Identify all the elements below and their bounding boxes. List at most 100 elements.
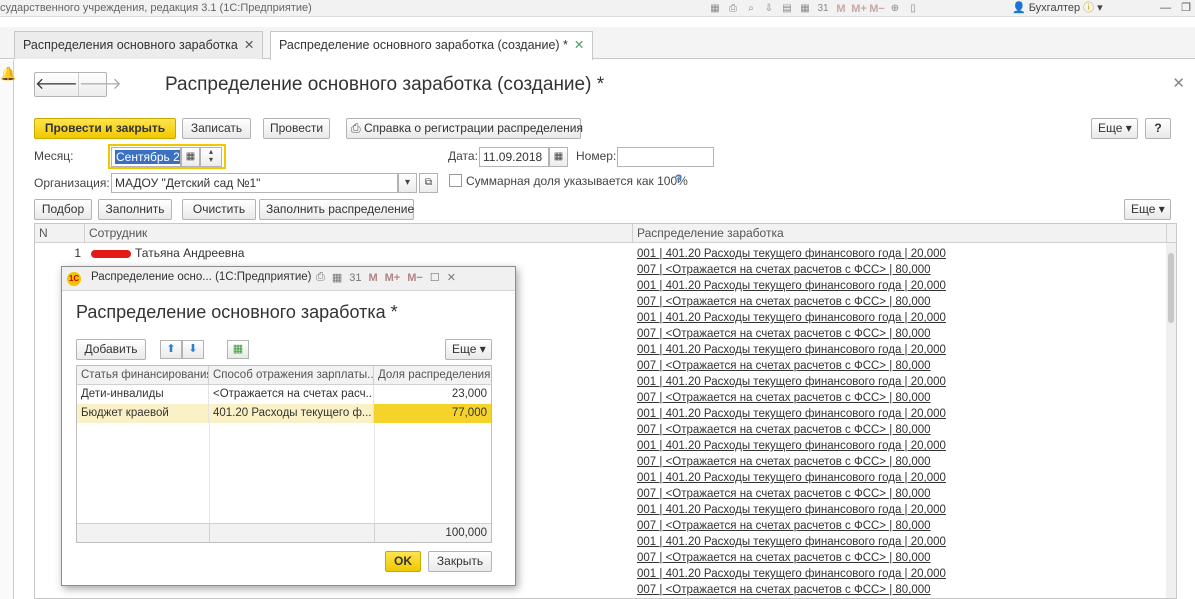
arrow-up-icon[interactable]: ⬆ xyxy=(160,340,182,359)
distribution-link[interactable]: 007 | <Отражается на счетах расчетов с Ф… xyxy=(637,454,931,470)
forward-arrow-icon[interactable]: 🡒 xyxy=(77,73,122,96)
table-more-button[interactable]: Еще ▾ xyxy=(1124,199,1171,220)
distribution-link[interactable]: 001 | 401.20 Расходы текущего финансовог… xyxy=(637,438,946,454)
fill-distribution-button[interactable]: Заполнить распределение xyxy=(259,199,414,220)
column-header-employee[interactable]: Сотрудник xyxy=(85,224,633,243)
save-button[interactable]: Записать xyxy=(182,118,251,139)
distribution-link[interactable]: 007 | <Отражается на счетах расчетов с Ф… xyxy=(637,326,931,342)
close-icon[interactable]: ✕ xyxy=(447,271,456,284)
print-icon[interactable]: ⎙ xyxy=(726,2,740,15)
column-header-article[interactable]: Статья финансирования xyxy=(77,366,209,385)
distribution-link[interactable]: 001 | 401.20 Расходы текущего финансовог… xyxy=(637,342,946,358)
row-share[interactable]: 77,000 xyxy=(374,404,491,423)
memory-m-button[interactable]: M xyxy=(368,272,377,284)
memory-mminus-button[interactable]: M− xyxy=(407,272,423,284)
row-method[interactable]: <Отражается на счетах расч... xyxy=(209,385,374,404)
distribution-link[interactable]: 001 | 401.20 Расходы текущего финансовог… xyxy=(637,310,946,326)
fill-button[interactable]: Заполнить xyxy=(98,199,172,220)
calendar-icon[interactable]: ▦ xyxy=(181,147,200,167)
post-button[interactable]: Провести xyxy=(263,118,330,139)
clear-button[interactable]: Очистить xyxy=(182,199,256,220)
close-icon[interactable]: ✕ xyxy=(244,38,254,52)
row-employee[interactable]: Татьяна Андреевна xyxy=(91,246,244,260)
date-input[interactable]: 11.09.2018 xyxy=(479,147,549,167)
distribution-link[interactable]: 007 | <Отражается на счетах расчетов с Ф… xyxy=(637,550,931,566)
preview-icon[interactable]: ⌕ xyxy=(744,2,758,15)
calendar-icon[interactable]: ▦ xyxy=(549,147,568,167)
arrow-down-icon[interactable]: ⬇ xyxy=(182,340,204,359)
distribution-link[interactable]: 001 | 401.20 Расходы текущего финансовог… xyxy=(637,566,946,582)
distribution-link[interactable]: 001 | 401.20 Расходы текущего финансовог… xyxy=(637,278,946,294)
print-icon[interactable]: ⎙ xyxy=(316,271,325,284)
row-article[interactable]: Бюджет краевой xyxy=(77,404,209,423)
memory-m-button[interactable]: M xyxy=(834,2,848,15)
add-table-icon[interactable]: ▦ xyxy=(227,340,249,359)
column-header-n[interactable]: N xyxy=(35,224,85,243)
distribution-link[interactable]: 007 | <Отражается на счетах расчетов с Ф… xyxy=(637,390,931,406)
help-icon[interactable]: ? xyxy=(675,172,682,186)
post-and-close-button[interactable]: Провести и закрыть xyxy=(34,118,176,139)
registration-report-label: Справка о регистрации распределения xyxy=(363,121,583,135)
distribution-link[interactable]: 007 | <Отражается на счетах расчетов с Ф… xyxy=(637,518,931,534)
distribution-link[interactable]: 007 | <Отражается на счетах расчетов с Ф… xyxy=(637,294,931,310)
dialog-close-button[interactable]: Закрыть xyxy=(428,551,492,572)
vertical-scrollbar[interactable] xyxy=(1166,243,1176,598)
chevron-down-icon[interactable]: ▾ xyxy=(1097,0,1103,16)
minimize-icon[interactable]: — xyxy=(1160,0,1171,16)
distribution-link[interactable]: 001 | 401.20 Расходы текущего финансовог… xyxy=(637,470,946,486)
organization-input[interactable]: МАДОУ "Детский сад №1" xyxy=(111,173,398,193)
select-button[interactable]: Подбор xyxy=(34,199,92,220)
chevron-down-icon[interactable]: ▾ xyxy=(398,173,417,193)
distribution-link[interactable]: 007 | <Отражается на счетах расчетов с Ф… xyxy=(637,582,931,598)
memory-mplus-button[interactable]: M+ xyxy=(385,272,401,284)
distribution-link[interactable]: 001 | 401.20 Расходы текущего финансовог… xyxy=(637,374,946,390)
user-menu[interactable]: 👤 Бухгалтер ⓘ ▾ xyxy=(1012,0,1103,16)
more-button[interactable]: Еще ▾ xyxy=(1091,118,1138,139)
window-titlebar: сударственного учреждения, редакция 3.1 … xyxy=(0,0,1195,17)
memory-mplus-button[interactable]: M+ xyxy=(851,2,867,15)
maximize-icon[interactable]: ❐ xyxy=(1181,0,1191,16)
distribution-link[interactable]: 007 | <Отражается на счетах расчетов с Ф… xyxy=(637,422,931,438)
distribution-link[interactable]: 001 | 401.20 Расходы текущего финансовог… xyxy=(637,534,946,550)
maximize-icon[interactable]: ☐ xyxy=(430,271,440,284)
distribution-link[interactable]: 007 | <Отражается на счетах расчетов с Ф… xyxy=(637,358,931,374)
scroll-thumb[interactable] xyxy=(1168,253,1174,323)
distribution-link[interactable]: 007 | <Отражается на счетах расчетов с Ф… xyxy=(637,486,931,502)
copy-icon[interactable]: ▤ xyxy=(780,2,794,15)
distribution-link[interactable]: 001 | 401.20 Расходы текущего финансовог… xyxy=(637,246,946,262)
tab-distribution-create[interactable]: Распределение основного заработка (созда… xyxy=(270,31,594,60)
help-button[interactable]: ? xyxy=(1145,118,1171,139)
column-header-share[interactable]: Доля распределения xyxy=(374,366,491,385)
column-header-distribution[interactable]: Распределение заработка xyxy=(633,224,1167,243)
calendar-icon[interactable]: 31 xyxy=(349,272,361,284)
panel-icon[interactable]: ▯ xyxy=(906,2,920,15)
close-icon[interactable]: ✕ xyxy=(1172,74,1185,92)
row-article[interactable]: Дети-инвалиды xyxy=(77,385,209,404)
tab-distributions-list[interactable]: Распределения основного заработка ✕ xyxy=(14,31,264,59)
registration-report-button[interactable]: ⎙ Справка о регистрации распределения xyxy=(346,118,583,139)
total-share-checkbox[interactable] xyxy=(449,174,462,187)
month-spinner[interactable]: ▴ ▾ xyxy=(200,147,222,167)
month-input[interactable]: Сентябрь 20 xyxy=(111,147,181,167)
column-header-method[interactable]: Способ отражения зарплаты... xyxy=(209,366,374,385)
zoom-icon[interactable]: ⊕ xyxy=(888,2,902,15)
info-icon[interactable]: ⓘ xyxy=(1083,0,1094,16)
back-arrow-icon[interactable]: 🡐 xyxy=(35,73,78,96)
close-icon[interactable]: ✕ xyxy=(574,38,584,52)
link-icon[interactable]: ⇩ xyxy=(762,2,776,15)
memory-mminus-button[interactable]: M− xyxy=(869,2,885,15)
save-icon[interactable]: ▦ xyxy=(708,2,722,15)
row-share[interactable]: 23,000 xyxy=(374,385,491,404)
distribution-link[interactable]: 001 | 401.20 Расходы текущего финансовог… xyxy=(637,502,946,518)
calculator-icon[interactable]: ▦ xyxy=(332,271,342,284)
ok-button[interactable]: OK xyxy=(385,551,421,572)
number-input[interactable] xyxy=(617,147,714,167)
calendar-icon[interactable]: 31 xyxy=(816,2,830,15)
row-method[interactable]: 401.20 Расходы текущего ф... xyxy=(209,404,374,423)
add-button[interactable]: Добавить xyxy=(76,339,146,360)
open-icon[interactable]: ⧉ xyxy=(419,173,438,193)
distribution-link[interactable]: 007 | <Отражается на счетах расчетов с Ф… xyxy=(637,262,931,278)
dialog-more-button[interactable]: Еще ▾ xyxy=(445,339,492,360)
distribution-link[interactable]: 001 | 401.20 Расходы текущего финансовог… xyxy=(637,406,946,422)
calculator-icon[interactable]: ▦ xyxy=(798,2,812,15)
